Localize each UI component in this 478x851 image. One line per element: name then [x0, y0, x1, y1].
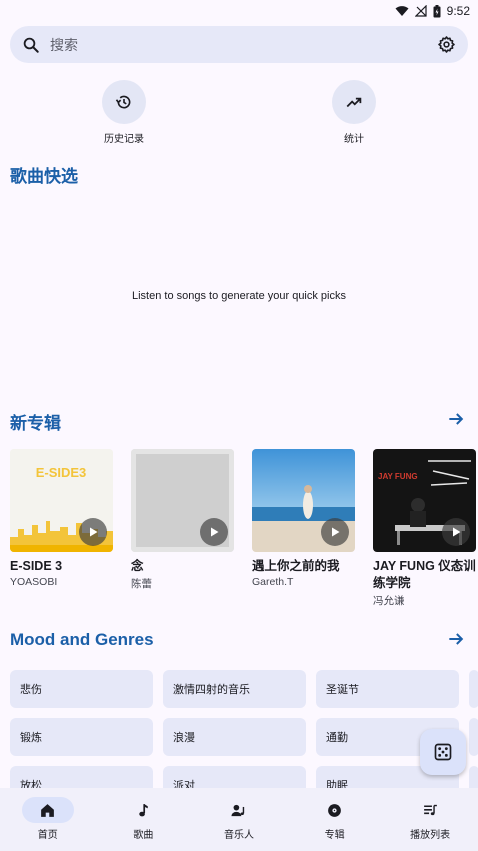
album-title: 念 — [131, 559, 144, 573]
album-artist: YOASOBI — [10, 576, 58, 588]
shuffle-dice-button[interactable] — [420, 729, 466, 775]
artist-icon — [231, 804, 245, 816]
home-icon — [41, 803, 55, 817]
play-button[interactable] — [442, 518, 470, 546]
history-button[interactable]: 历史记录 — [79, 80, 169, 145]
album-icon — [328, 803, 341, 817]
play-icon — [332, 527, 340, 537]
nav-label-songs: 歌曲 — [133, 830, 154, 841]
album-cover[interactable]: E-SIDE3 — [10, 449, 113, 552]
search-input[interactable]: 搜索 — [50, 35, 437, 55]
mood-chip[interactable]: 悲伤 — [10, 670, 153, 708]
album-title: E-SIDE 3 — [10, 559, 63, 573]
nav-item-songs[interactable]: 歌曲 — [96, 788, 192, 851]
album-title: 遇上你之前的我 — [252, 559, 340, 573]
wifi-icon — [395, 6, 409, 16]
stats-button[interactable]: 统计 — [309, 80, 399, 145]
nav-item-albums[interactable]: 专辑 — [287, 788, 383, 851]
mood-genres-title: Mood and Genres — [10, 630, 154, 649]
album-cover[interactable] — [252, 449, 355, 552]
bottom-navigation: 首页 歌曲 音乐人 专辑 播放列表 — [0, 788, 478, 851]
album-artist: 冯允谦 — [373, 595, 405, 607]
play-icon — [90, 527, 98, 537]
mood-chip-partial[interactable] — [469, 718, 478, 756]
stats-label: 统计 — [344, 134, 364, 145]
status-bar: 9:52 — [0, 0, 478, 22]
nav-item-artists[interactable]: 音乐人 — [191, 788, 287, 851]
album-artist: 陈蕾 — [131, 578, 152, 590]
mood-chip[interactable]: 浪漫 — [163, 718, 306, 756]
nav-label-playlists: 播放列表 — [410, 830, 451, 841]
settings-gear-icon[interactable] — [437, 35, 456, 54]
album-card[interactable]: 念 陈蕾 — [131, 449, 234, 591]
status-time: 9:52 — [446, 4, 470, 18]
trending-up-icon — [346, 97, 362, 108]
music-note-icon — [139, 803, 148, 816]
play-button[interactable] — [321, 518, 349, 546]
history-button-circle[interactable] — [102, 80, 146, 124]
nav-item-playlists[interactable]: 播放列表 — [382, 788, 478, 851]
history-icon — [115, 95, 131, 109]
mood-chip[interactable]: 锻炼 — [10, 718, 153, 756]
quick-picks-title: 歌曲快选 — [10, 167, 78, 186]
album-title: JAY FUNG 仪态训练学院 — [373, 559, 476, 590]
dice-icon — [434, 743, 452, 761]
album-card[interactable]: JAY FUNG JAY FUNG 仪态训练学院 冯允谦 — [373, 449, 476, 608]
search-icon — [23, 37, 39, 53]
stats-button-circle[interactable] — [332, 80, 376, 124]
mood-chip[interactable]: 激情四射的音乐 — [163, 670, 306, 708]
mood-chip[interactable]: 圣诞节 — [316, 670, 459, 708]
history-label: 历史记录 — [104, 134, 144, 145]
quick-picks-empty-message: Listen to songs to generate your quick p… — [131, 290, 346, 302]
album-card[interactable]: 遇上你之前的我 Gareth.T — [252, 449, 355, 588]
nav-label-home: 首页 — [37, 830, 58, 841]
search-bar[interactable]: 搜索 — [10, 26, 468, 63]
album-cover-text: E-SIDE3 — [36, 465, 87, 480]
album-artist: Gareth.T — [252, 576, 294, 588]
playlist-icon — [423, 804, 437, 815]
new-albums-title: 新专辑 — [10, 414, 61, 433]
nav-label-artists: 音乐人 — [223, 830, 254, 841]
nav-active-indicator[interactable] — [21, 797, 74, 823]
album-cover[interactable]: JAY FUNG — [373, 449, 476, 552]
battery-icon — [433, 4, 441, 17]
no-signal-icon — [414, 5, 427, 17]
album-cover[interactable] — [131, 449, 234, 552]
mood-chip-partial[interactable] — [469, 670, 478, 708]
play-button[interactable] — [79, 518, 107, 546]
play-icon — [211, 527, 219, 537]
mood-genres-more-arrow-icon[interactable] — [446, 629, 466, 649]
nav-item-home[interactable]: 首页 — [0, 788, 96, 851]
play-icon — [453, 527, 461, 537]
play-button[interactable] — [200, 518, 228, 546]
album-cover-text: JAY FUNG — [378, 472, 418, 481]
new-albums-more-arrow-icon[interactable] — [446, 409, 466, 429]
album-card[interactable]: E-SIDE3 E-SIDE 3 YOASOBI — [10, 449, 113, 588]
nav-label-albums: 专辑 — [324, 830, 345, 841]
